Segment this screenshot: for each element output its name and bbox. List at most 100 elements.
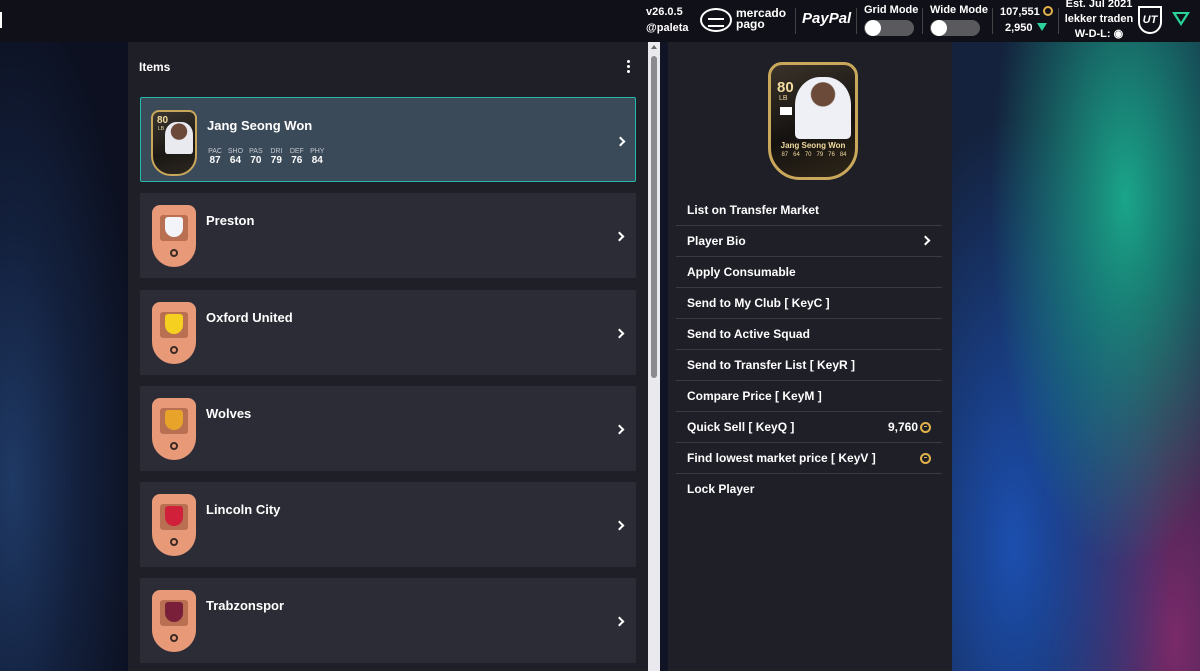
item-name: Trabzonspor — [206, 598, 285, 613]
ut-logo[interactable]: UT — [1138, 6, 1162, 34]
send-to-my-club-button[interactable]: Send to My Club [ KeyC ] — [676, 288, 942, 319]
stat-pac: PAC 87 — [208, 148, 222, 166]
player-rating: 80 — [777, 79, 794, 96]
fut-champions-icon[interactable] — [1172, 12, 1190, 26]
player-position: LB — [158, 126, 165, 132]
wide-mode-toggle[interactable] — [930, 20, 980, 36]
player-name: Jang Seong Won — [780, 141, 846, 150]
football-icon — [170, 346, 178, 354]
scroll-up-arrow-icon[interactable] — [651, 45, 657, 49]
stat-def: DEF 76 — [289, 148, 304, 166]
player-rating: 80 — [157, 115, 169, 126]
quick-sell-button[interactable]: Quick Sell [ KeyQ ] 9,760 — [676, 412, 942, 443]
username-label: lekker traden — [1064, 13, 1134, 25]
player-card-thumbnail: 80 LB — [151, 110, 197, 176]
wide-mode-label: Wide Mode — [930, 4, 988, 16]
grid-mode-toggle[interactable] — [864, 20, 914, 36]
compare-price-button[interactable]: Compare Price [ KeyM ] — [676, 381, 942, 412]
divider — [922, 8, 923, 34]
stat-pas: PAS 70 — [249, 148, 263, 166]
list-item-lincoln-city[interactable]: Lincoln City — [140, 482, 636, 567]
panel-title: Items — [139, 60, 171, 74]
background-left — [0, 42, 128, 671]
chevron-right-icon — [614, 424, 625, 435]
nation-flag-icon — [780, 107, 792, 115]
club-crest-icon — [165, 314, 183, 334]
club-item-card — [152, 302, 196, 364]
top-bar: v26.0.5 @paleta mercado pago PayPal Grid… — [0, 0, 1200, 42]
item-name: Preston — [206, 213, 255, 228]
chevron-right-icon — [614, 616, 625, 627]
divider — [992, 8, 993, 34]
divider — [856, 8, 857, 34]
find-lowest-market-price-button[interactable]: Find lowest market price [ KeyV ] — [676, 443, 942, 474]
chevron-right-icon — [614, 231, 625, 242]
send-to-transfer-list-button[interactable]: Send to Transfer List [ KeyR ] — [676, 350, 942, 381]
club-item-card — [152, 398, 196, 460]
eye-icon[interactable]: ◉ — [1114, 28, 1124, 40]
coin-icon — [1042, 6, 1053, 16]
chevron-right-icon — [614, 520, 625, 531]
toggle-knob — [931, 20, 947, 36]
list-item-trabzonspor[interactable]: Trabzonspor — [140, 578, 636, 663]
football-icon — [170, 634, 178, 642]
lock-player-button[interactable]: Lock Player — [676, 474, 942, 505]
more-options-icon[interactable] — [626, 59, 632, 75]
club-item-card — [152, 590, 196, 652]
handshake-icon — [700, 8, 732, 32]
list-item-preston[interactable]: Preston — [140, 193, 636, 278]
player-card-stats: 87 64 70 79 76 84 — [781, 152, 847, 158]
football-icon — [170, 249, 178, 257]
points-value: 2,950 — [1005, 22, 1033, 34]
points-icon — [1036, 23, 1047, 31]
player-position: LB — [779, 95, 788, 102]
scrollbar-thumb[interactable] — [651, 56, 657, 378]
handle-label: @paleta — [646, 22, 689, 34]
item-name: Oxford United — [206, 310, 293, 325]
version-info: v26.0.5 @paleta — [646, 4, 689, 36]
football-icon — [170, 538, 178, 546]
toggle-knob — [865, 20, 881, 36]
item-name: Lincoln City — [206, 502, 281, 517]
list-on-transfer-market-button[interactable]: List on Transfer Market — [676, 195, 942, 226]
stat-dri: DRI 79 — [270, 148, 283, 166]
stat-sho: SHO 64 — [227, 148, 244, 166]
send-to-active-squad-button[interactable]: Send to Active Squad — [676, 319, 942, 350]
coin-icon — [920, 422, 931, 433]
item-details-panel: 80 LB Jang Seong Won 87 64 70 79 76 84 L… — [668, 42, 952, 671]
club-crest-icon — [165, 506, 183, 526]
player-photo — [795, 77, 851, 139]
currency-info: 107,551 2,950 — [1000, 4, 1053, 36]
player-card-large: 80 LB Jang Seong Won 87 64 70 79 76 84 — [768, 62, 858, 180]
chevron-right-icon — [920, 235, 931, 246]
items-panel: Items 80 LB Jang Seong Won PAC 87 SHO 64 P… — [128, 42, 648, 671]
action-menu: List on Transfer Market Player Bio Apply… — [676, 195, 942, 505]
list-item-wolves[interactable]: Wolves — [140, 386, 636, 471]
player-photo — [165, 122, 193, 154]
club-item-card — [152, 205, 196, 267]
grid-mode-label: Grid Mode — [864, 4, 919, 16]
mercadopago-text: mercado pago — [736, 6, 787, 31]
club-crest-icon — [165, 602, 183, 622]
club-crest-icon — [165, 410, 183, 430]
paypal-logo[interactable]: PayPal — [802, 10, 851, 27]
wdl-label: W-D-L: ◉ — [1074, 28, 1124, 40]
player-stats: PAC 87 SHO 64 PAS 70 DRI 79 DEF 76 PHY 84 — [207, 148, 325, 168]
list-item-jang-seong-won[interactable]: 80 LB Jang Seong Won PAC 87 SHO 64 PAS 70 D… — [140, 97, 636, 182]
item-name: Wolves — [206, 406, 252, 421]
divider — [1058, 8, 1059, 34]
list-item-oxford-united[interactable]: Oxford United — [140, 290, 636, 375]
window-edge-mark — [0, 12, 2, 28]
mercadopago-logo[interactable]: mercado pago — [700, 6, 792, 34]
item-name: Jang Seong Won — [207, 118, 313, 133]
chevron-right-icon — [615, 136, 626, 147]
established-label: Est. Jul 2021 — [1065, 0, 1133, 10]
stat-phy: PHY 84 — [310, 148, 325, 166]
player-bio-button[interactable]: Player Bio — [676, 226, 942, 257]
apply-consumable-button[interactable]: Apply Consumable — [676, 257, 942, 288]
account-info: Est. Jul 2021 lekker traden W-D-L: ◉ — [1060, 0, 1138, 42]
background-right — [952, 42, 1200, 671]
divider — [795, 8, 796, 34]
chevron-right-icon — [614, 328, 625, 339]
club-crest-icon — [165, 217, 183, 237]
